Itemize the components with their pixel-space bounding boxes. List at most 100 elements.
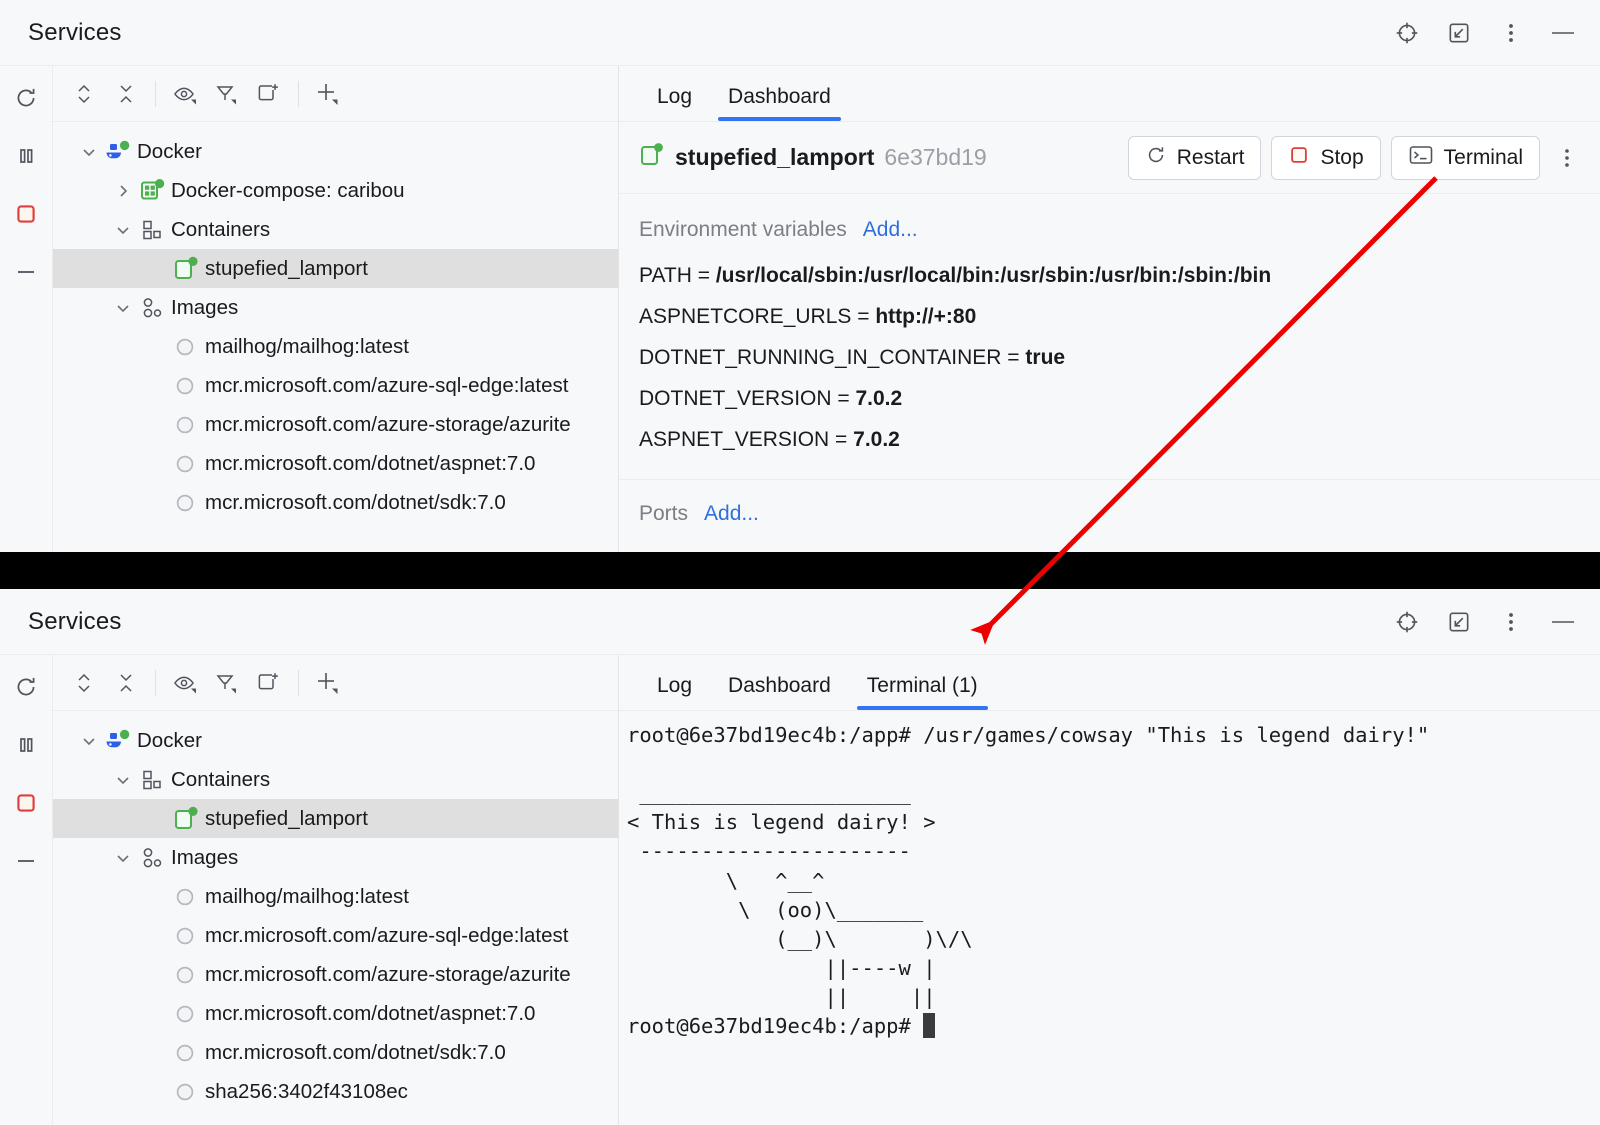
env-var-value: http://+:80 <box>875 305 976 328</box>
tree-row-selected[interactable]: stupefied_lamport <box>53 799 618 838</box>
tab-log[interactable]: Log <box>639 86 710 121</box>
tree-row[interactable]: Images <box>53 838 618 877</box>
tree-twisty-icon[interactable] <box>109 297 137 319</box>
more-options-icon[interactable] <box>1496 18 1526 48</box>
new-tab-icon[interactable] <box>248 75 290 113</box>
tree-row[interactable]: Docker-compose: caribou <box>53 171 618 210</box>
tab-dashboard[interactable]: Dashboard <box>710 86 849 121</box>
pause-icon[interactable] <box>10 729 42 761</box>
tree-row[interactable]: mcr.microsoft.com/dotnet/aspnet:7.0 <box>53 444 618 483</box>
tree-row[interactable]: Containers <box>53 210 618 249</box>
tree-twisty-icon[interactable] <box>75 730 103 752</box>
services-content-top: LogDashboard stupefied_lamport 6e37bd19 <box>619 66 1600 552</box>
tree-twisty-icon[interactable] <box>109 769 137 791</box>
tree-row[interactable]: mcr.microsoft.com/azure-storage/azurite <box>53 955 618 994</box>
tree-row[interactable]: Docker <box>53 132 618 171</box>
tree-row[interactable]: sha256:3402f43108ec <box>53 1072 618 1111</box>
tree-row[interactable]: Containers <box>53 760 618 799</box>
page-title-bottom: Services <box>28 608 122 636</box>
docker-whale-icon <box>103 138 133 166</box>
toolbar-separator-2 <box>298 670 299 696</box>
tree-row-label: mcr.microsoft.com/dotnet/aspnet:7.0 <box>205 452 535 476</box>
container-identity: stupefied_lamport 6e37bd19 <box>639 141 1118 174</box>
tree-twisty-icon[interactable] <box>75 141 103 163</box>
env-section-header: Environment variables Add... <box>639 218 1600 242</box>
tree-row[interactable]: mcr.microsoft.com/dotnet/aspnet:7.0 <box>53 994 618 1033</box>
tab-dashboard[interactable]: Dashboard <box>710 675 849 710</box>
hide-icon[interactable] <box>1444 607 1474 637</box>
content-tabs-bottom[interactable]: LogDashboardTerminal (1) <box>619 655 1600 711</box>
dashboard-more-icon[interactable] <box>1550 138 1584 178</box>
tab-log[interactable]: Log <box>639 675 710 710</box>
terminal-output[interactable]: root@6e37bd19ec4b:/app# /usr/games/cowsa… <box>619 711 1600 1125</box>
stop-icon[interactable] <box>10 787 42 819</box>
tab-terminal-1[interactable]: Terminal (1) <box>849 675 996 710</box>
tree-row[interactable]: mailhog/mailhog:latest <box>53 877 618 916</box>
show-hidden-icon[interactable] <box>164 75 206 113</box>
image-circle-icon <box>171 412 201 438</box>
environment-variables-section: Environment variables Add... PATH = /usr… <box>619 194 1600 469</box>
filter-icon[interactable] <box>206 664 248 702</box>
rerun-icon[interactable] <box>10 671 42 703</box>
tree-row[interactable]: Docker <box>53 721 618 760</box>
collapse-all-icon[interactable] <box>105 75 147 113</box>
add-icon[interactable] <box>307 75 349 113</box>
tree-row-label: Docker <box>137 729 202 753</box>
tree-row[interactable]: mailhog/mailhog:latest <box>53 327 618 366</box>
pause-icon[interactable] <box>10 140 42 172</box>
locate-icon[interactable] <box>1392 18 1422 48</box>
stop-button[interactable]: Stop <box>1271 136 1380 180</box>
tree-row[interactable]: Images <box>53 288 618 327</box>
ports-section-header: Ports Add... <box>639 502 1600 526</box>
tree-row[interactable]: mcr.microsoft.com/dotnet/sdk:7.0 <box>53 1033 618 1072</box>
env-var-row: DOTNET_VERSION = 7.0.2 <box>639 387 1600 411</box>
tree-row-label: stupefied_lamport <box>205 257 368 281</box>
tree-twisty-icon[interactable] <box>109 847 137 869</box>
container-name: stupefied_lamport <box>675 144 874 171</box>
services-tool-window-top: Services <box>0 0 1600 552</box>
show-hidden-icon[interactable] <box>164 664 206 702</box>
image-circle-icon <box>171 923 201 949</box>
tree-row[interactable]: mcr.microsoft.com/dotnet/sdk:7.0 <box>53 483 618 522</box>
docker-whale-icon <box>103 727 133 755</box>
tree-row-label: mcr.microsoft.com/azure-sql-edge:latest <box>205 374 568 398</box>
services-tree-top[interactable]: DockerDocker-compose: caribouContainers s… <box>53 122 618 552</box>
tree-twisty-icon[interactable] <box>109 180 137 202</box>
more-options-icon[interactable] <box>1496 607 1526 637</box>
tree-row-label: sha256:3402f43108ec <box>205 1080 408 1104</box>
tree-row-label: Containers <box>171 768 270 792</box>
env-add-link[interactable]: Add... <box>863 218 918 242</box>
terminal-button[interactable]: Terminal <box>1391 136 1540 180</box>
minimize-icon[interactable] <box>1548 18 1578 48</box>
toolbar-separator <box>155 81 156 107</box>
expand-collapse-icon[interactable] <box>63 75 105 113</box>
collapse-all-icon[interactable] <box>105 664 147 702</box>
image-circle-icon <box>171 490 201 516</box>
restart-button[interactable]: Restart <box>1128 136 1262 180</box>
tree-row[interactable]: mcr.microsoft.com/azure-sql-edge:latest <box>53 916 618 955</box>
stop-label: Stop <box>1320 146 1363 170</box>
minimize-icon[interactable] <box>1548 607 1578 637</box>
rerun-icon[interactable] <box>10 82 42 114</box>
container-id: 6e37bd19 <box>884 144 986 171</box>
ports-add-link[interactable]: Add... <box>704 502 759 526</box>
screenshot-root: Services <box>0 0 1600 1125</box>
tree-row[interactable]: mcr.microsoft.com/azure-storage/azurite <box>53 405 618 444</box>
filter-icon[interactable] <box>206 75 248 113</box>
expand-collapse-icon[interactable] <box>63 664 105 702</box>
env-var-value: /usr/local/sbin:/usr/local/bin:/usr/sbin… <box>716 264 1271 287</box>
image-circle-icon <box>171 1001 201 1027</box>
minus-icon[interactable] <box>10 256 42 288</box>
stop-icon[interactable] <box>10 198 42 230</box>
services-tree-bottom[interactable]: DockerContainersstupefied_lamportImagesm… <box>53 711 618 1125</box>
tree-twisty-icon[interactable] <box>109 219 137 241</box>
tree-row-selected[interactable]: stupefied_lamport <box>53 249 618 288</box>
content-tabs-top[interactable]: LogDashboard <box>619 66 1600 122</box>
new-tab-icon[interactable] <box>248 664 290 702</box>
terminal-icon <box>1408 144 1434 172</box>
add-icon[interactable] <box>307 664 349 702</box>
locate-icon[interactable] <box>1392 607 1422 637</box>
hide-icon[interactable] <box>1444 18 1474 48</box>
tree-row[interactable]: mcr.microsoft.com/azure-sql-edge:latest <box>53 366 618 405</box>
minus-icon[interactable] <box>10 845 42 877</box>
